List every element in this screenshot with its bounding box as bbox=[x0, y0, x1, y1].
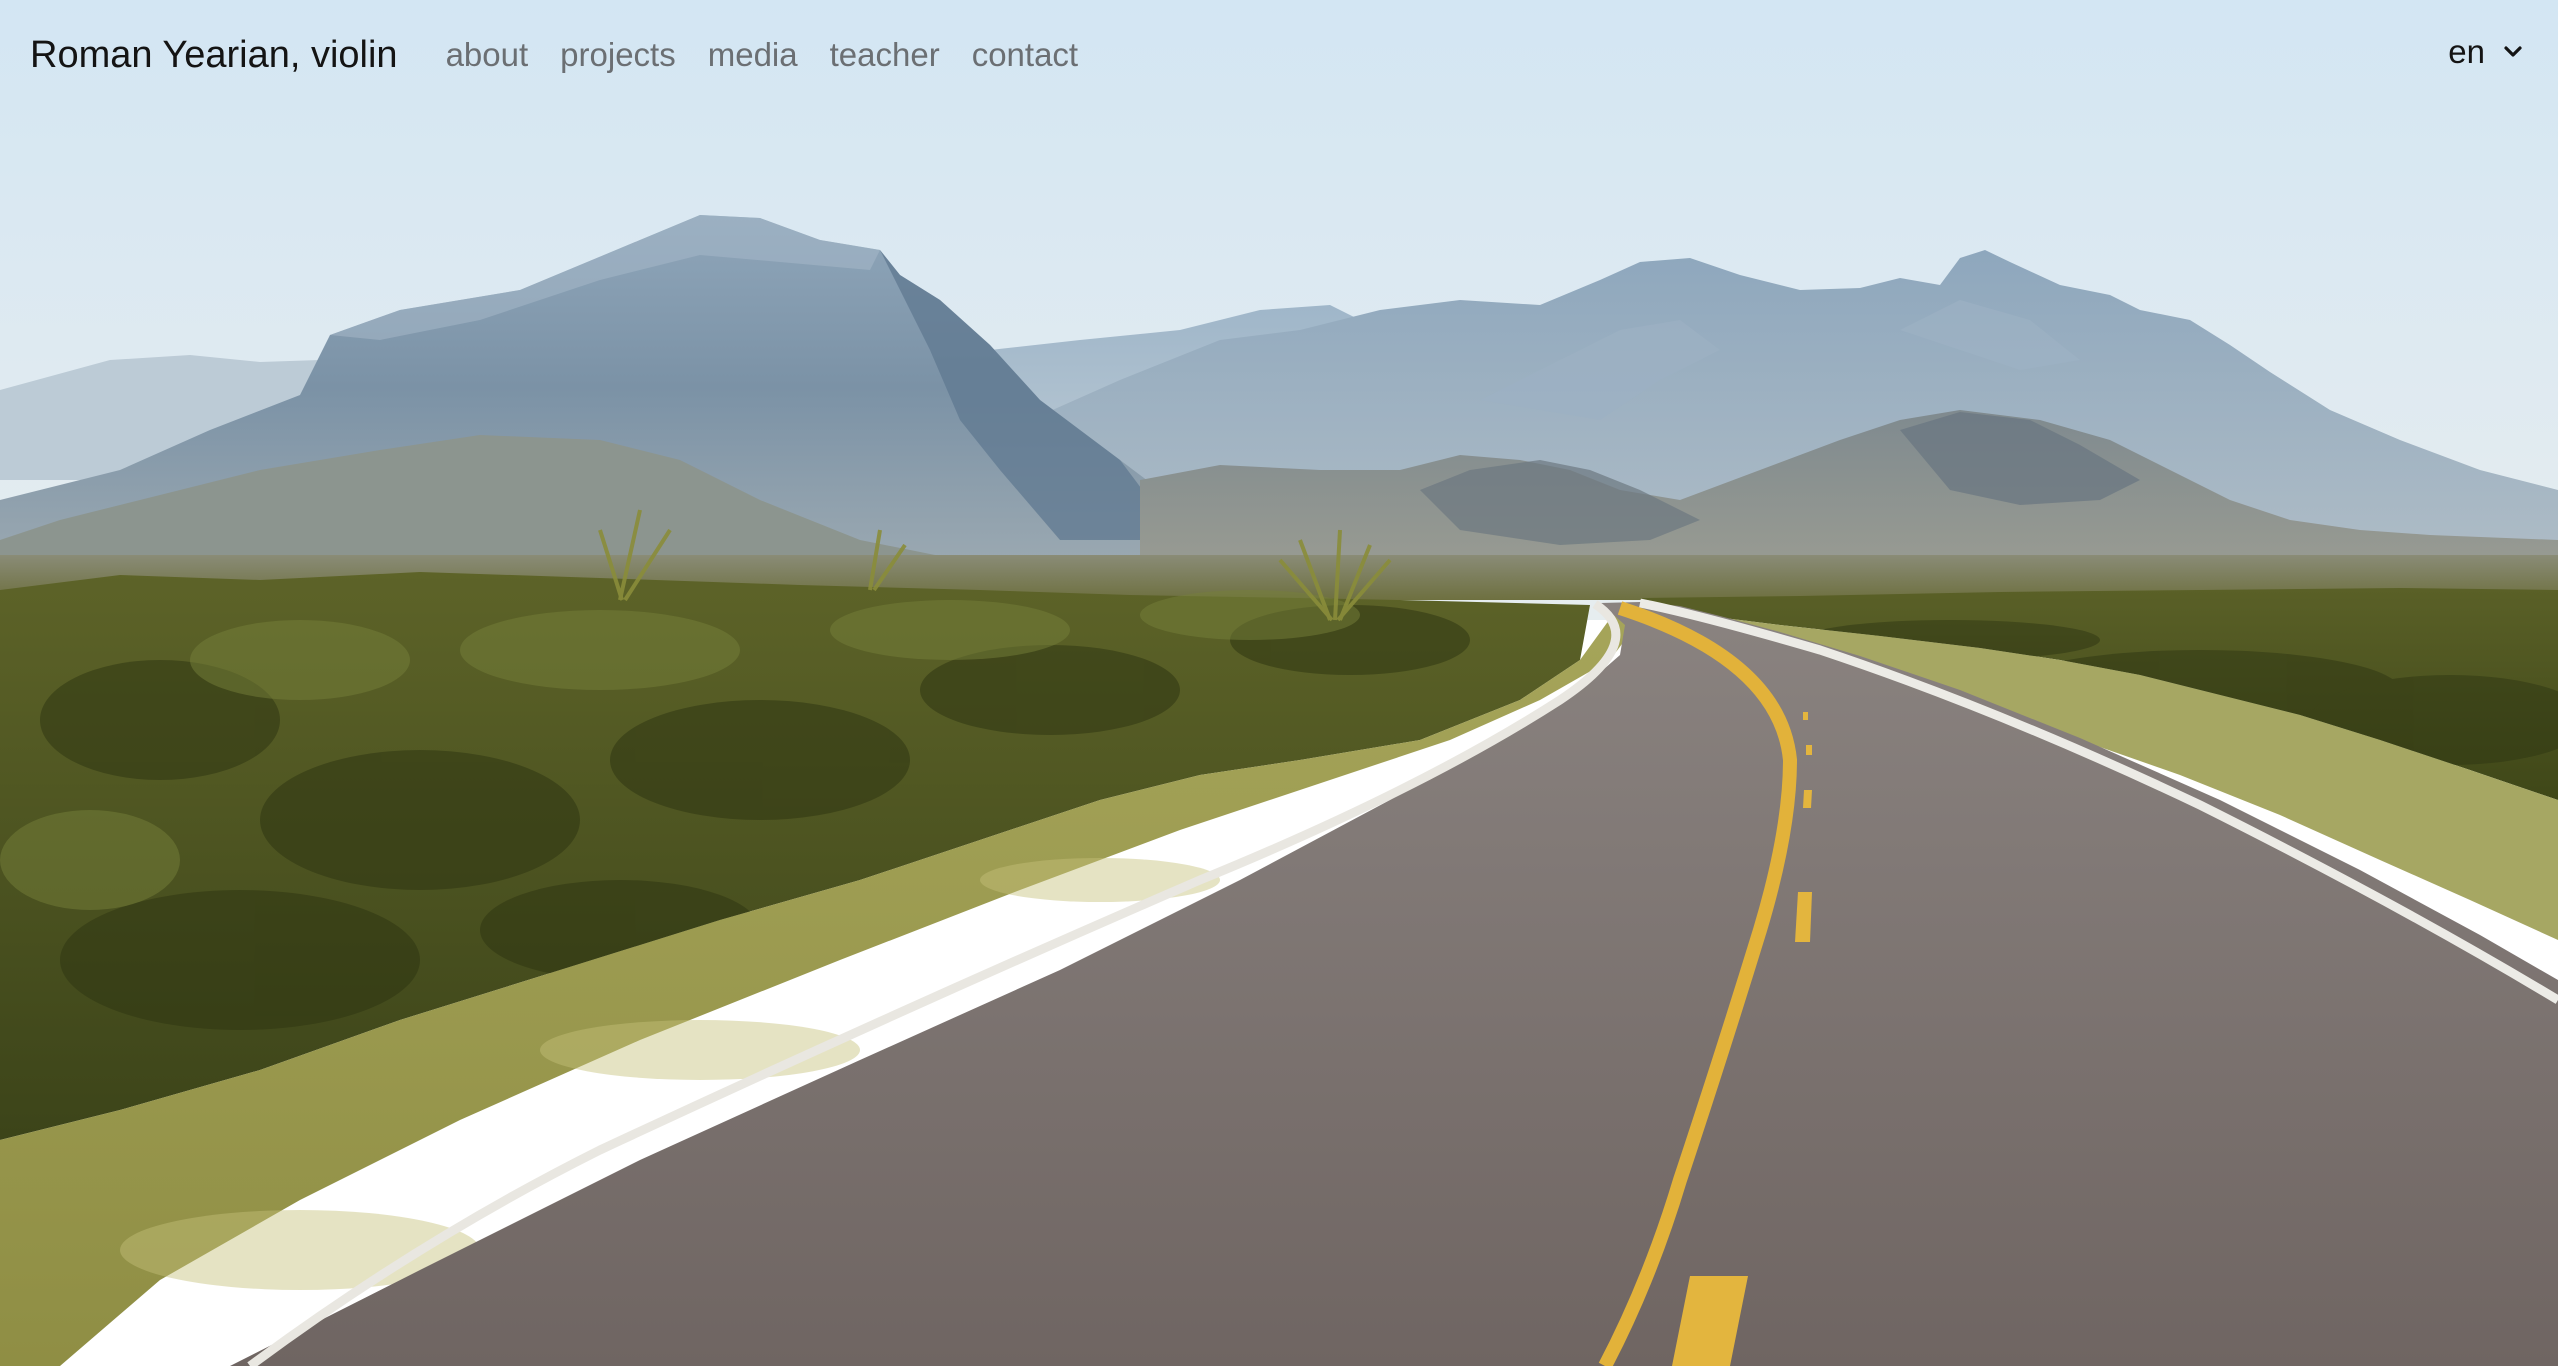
nav-link-projects[interactable]: projects bbox=[560, 36, 676, 74]
language-selector[interactable]: en bbox=[2448, 33, 2523, 71]
nav-link-teacher[interactable]: teacher bbox=[830, 36, 940, 74]
nav-link-contact[interactable]: contact bbox=[972, 36, 1078, 74]
site-title-link[interactable]: Roman Yearian, violin bbox=[30, 34, 398, 77]
chevron-down-icon bbox=[2504, 46, 2522, 57]
page: Roman Yearian, violin about projects med… bbox=[0, 0, 2558, 1366]
hero-background-image bbox=[0, 0, 2558, 1366]
site-header: Roman Yearian, violin about projects med… bbox=[0, 0, 2558, 110]
nav-link-media[interactable]: media bbox=[708, 36, 798, 74]
nav-link-about[interactable]: about bbox=[446, 36, 529, 74]
main-nav: about projects media teacher contact bbox=[446, 36, 1079, 74]
language-selected-label: en bbox=[2448, 33, 2485, 70]
